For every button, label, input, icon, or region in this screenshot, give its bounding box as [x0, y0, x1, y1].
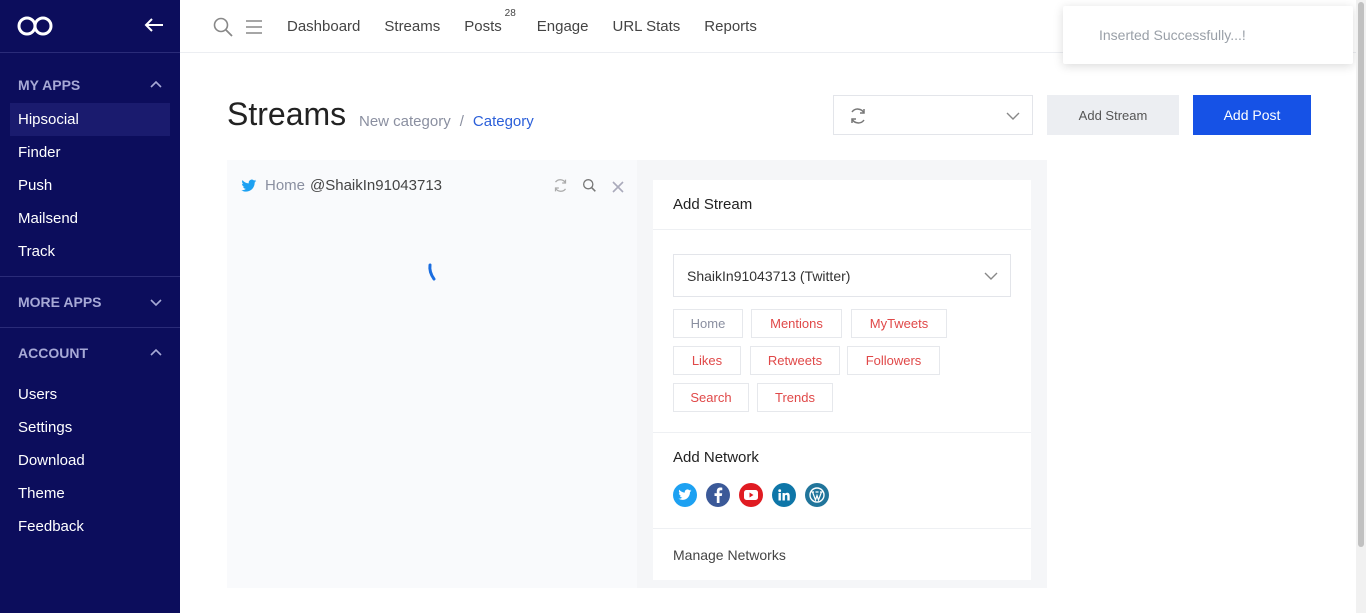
page-scrollbar[interactable] [1356, 0, 1366, 613]
sidebar: MY APPS Hipsocial Finder Push Mailsend T… [0, 0, 180, 613]
twitter-icon[interactable] [673, 483, 697, 507]
tag-mentions[interactable]: Mentions [751, 309, 842, 338]
stream-account: @ShaikIn91043713 [310, 177, 443, 194]
account-select[interactable]: ShaikIn91043713 (Twitter) [673, 254, 1011, 297]
stream-column: Home @ShaikIn91043713 [227, 160, 637, 588]
nav-url-stats[interactable]: URL Stats [612, 18, 680, 35]
stream-type-label: Home [265, 177, 306, 194]
refresh-icon[interactable] [849, 107, 867, 125]
breadcrumb-category[interactable]: Category [473, 113, 534, 130]
nav-engage[interactable]: Engage [537, 18, 589, 35]
search-icon[interactable] [582, 178, 597, 193]
sidebar-header [0, 0, 180, 53]
tag-home[interactable]: Home [673, 309, 743, 338]
breadcrumb-separator: / [459, 113, 464, 130]
section-header-my-apps[interactable]: MY APPS [0, 53, 180, 103]
tag-mytweets[interactable]: MyTweets [851, 309, 947, 338]
tag-followers[interactable]: Followers [847, 346, 940, 375]
sidebar-item-hipsocial[interactable]: Hipsocial [10, 103, 170, 136]
sidebar-item-users[interactable]: Users [0, 378, 180, 411]
sidebar-item-theme[interactable]: Theme [0, 477, 180, 510]
tag-likes[interactable]: Likes [673, 346, 741, 375]
search-icon[interactable] [213, 17, 233, 37]
tag-retweets[interactable]: Retweets [750, 346, 840, 375]
section-title: MY APPS [18, 77, 81, 93]
tag-trends[interactable]: Trends [757, 383, 833, 412]
refresh-icon[interactable] [553, 178, 568, 193]
wordpress-icon[interactable] [805, 483, 829, 507]
sidebar-item-download[interactable]: Download [0, 444, 180, 477]
sidebar-item-finder[interactable]: Finder [0, 136, 180, 169]
section-title: ACCOUNT [18, 345, 88, 361]
manage-networks-link[interactable]: Manage Networks [673, 547, 786, 563]
nav-posts-label: Posts [464, 18, 502, 35]
youtube-icon[interactable] [739, 483, 763, 507]
stream-category-select[interactable] [833, 95, 1033, 135]
stream-header: Home @ShaikIn91043713 [241, 177, 442, 194]
add-stream-button[interactable]: Add Stream [1047, 95, 1179, 135]
logo-icon[interactable] [17, 15, 53, 37]
add-post-button[interactable]: Add Post [1193, 95, 1311, 135]
sidebar-section-account: ACCOUNT Users Settings Download Theme Fe… [0, 328, 180, 551]
loading-spinner-icon [428, 263, 436, 281]
success-toast: Inserted Successfully...! [1063, 6, 1353, 64]
sidebar-section-more-apps: MORE APPS [0, 277, 180, 328]
add-stream-card: Add Stream ShaikIn91043713 (Twitter) Hom… [653, 180, 1031, 580]
chevron-down-icon [984, 272, 998, 280]
twitter-icon [241, 179, 257, 192]
sidebar-item-feedback[interactable]: Feedback [0, 510, 180, 543]
posts-count-badge: 28 [504, 8, 516, 19]
streams-panel: Home @ShaikIn91043713 Add Stream ShaikIn… [227, 160, 1047, 588]
network-icons [673, 483, 829, 507]
chevron-down-icon [150, 299, 162, 307]
scrollbar-thumb[interactable] [1358, 2, 1364, 547]
sidebar-item-mailsend[interactable]: Mailsend [0, 202, 180, 235]
facebook-icon[interactable] [706, 483, 730, 507]
close-icon[interactable] [611, 180, 625, 194]
nav-posts[interactable]: Posts 28 [464, 8, 516, 35]
chevron-up-icon [150, 80, 162, 88]
section-header-account[interactable]: ACCOUNT [0, 328, 180, 378]
sidebar-item-push[interactable]: Push [0, 169, 180, 202]
divider [653, 432, 1031, 433]
breadcrumb-new-category[interactable]: New category [359, 113, 451, 130]
linkedin-icon[interactable] [772, 483, 796, 507]
chevron-up-icon [150, 348, 162, 356]
nav-links: Dashboard Streams Posts 28 Engage URL St… [287, 0, 781, 53]
add-stream-title: Add Stream [653, 180, 1031, 230]
nav-streams[interactable]: Streams [384, 18, 440, 35]
sidebar-item-track[interactable]: Track [0, 235, 180, 268]
chevron-down-icon [1006, 112, 1020, 120]
section-title: MORE APPS [18, 294, 102, 310]
breadcrumb: New category / Category [359, 113, 534, 130]
nav-dashboard[interactable]: Dashboard [287, 18, 360, 35]
page-title: Streams [227, 96, 347, 132]
collapse-arrow-icon[interactable] [143, 14, 165, 36]
hamburger-menu-icon[interactable] [245, 19, 263, 35]
tag-search[interactable]: Search [673, 383, 749, 412]
add-network-title: Add Network [673, 449, 759, 466]
divider [653, 528, 1031, 529]
sidebar-section-my-apps: MY APPS Hipsocial Finder Push Mailsend T… [0, 53, 180, 277]
section-header-more-apps[interactable]: MORE APPS [0, 277, 180, 327]
nav-reports[interactable]: Reports [704, 18, 757, 35]
account-select-value: ShaikIn91043713 (Twitter) [687, 267, 851, 284]
sidebar-item-settings[interactable]: Settings [0, 411, 180, 444]
